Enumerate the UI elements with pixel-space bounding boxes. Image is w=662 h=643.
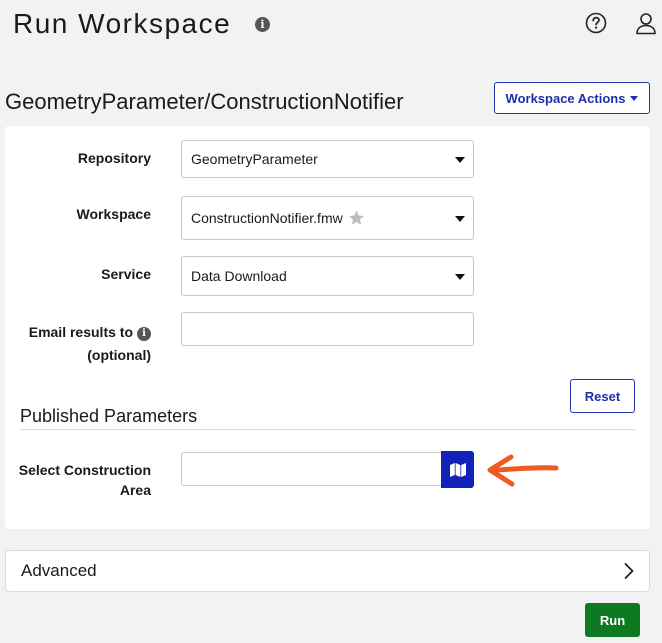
email-label-text: Email results to — [28, 324, 133, 340]
workspace-heading: GeometryParameter/ConstructionNotifier — [5, 89, 404, 114]
advanced-label: Advanced — [21, 561, 97, 580]
repository-label: Repository — [77, 150, 151, 166]
map-button[interactable] — [441, 451, 474, 488]
workspace-label: Workspace — [76, 206, 151, 222]
service-value: Data Download — [191, 268, 287, 284]
email-label: Email results to i (optional) — [10, 321, 151, 367]
dropdown-caret-icon — [455, 216, 465, 222]
run-button[interactable]: Run — [585, 603, 640, 637]
user-icon[interactable] — [634, 11, 658, 35]
email-optional-label: (optional) — [87, 347, 151, 363]
reset-button[interactable]: Reset — [570, 379, 635, 413]
construction-area-label-line2: Area — [119, 482, 151, 498]
advanced-panel-toggle[interactable]: Advanced — [5, 550, 650, 592]
service-select[interactable]: Data Download — [181, 256, 474, 296]
published-parameters-title: Published Parameters — [20, 406, 198, 426]
repository-select[interactable]: GeometryParameter — [181, 140, 474, 178]
page-title: Run Workspace — [13, 8, 232, 39]
dropdown-caret-icon — [455, 274, 465, 280]
workspace-actions-label: Workspace Actions — [505, 90, 626, 106]
info-icon[interactable]: i — [255, 17, 270, 32]
workspace-select[interactable]: ConstructionNotifier.fmw — [181, 196, 474, 240]
caret-down-icon — [630, 95, 639, 101]
repository-value: GeometryParameter — [191, 151, 318, 167]
email-input[interactable] — [181, 312, 474, 346]
construction-area-label-line1: Select Construction — [18, 462, 151, 478]
map-icon — [449, 462, 466, 477]
help-icon[interactable] — [585, 12, 607, 34]
construction-area-label: Select Construction Area — [10, 460, 151, 500]
service-label: Service — [101, 266, 151, 282]
dropdown-caret-icon — [455, 157, 465, 163]
annotation-arrow — [487, 454, 559, 487]
section-divider — [20, 429, 635, 430]
construction-area-input[interactable] — [181, 452, 442, 486]
chevron-right-icon — [624, 563, 634, 579]
workspace-actions-button[interactable]: Workspace Actions — [494, 82, 650, 114]
star-icon[interactable] — [347, 209, 366, 227]
workspace-value: ConstructionNotifier.fmw — [191, 210, 343, 226]
info-icon[interactable]: i — [137, 327, 151, 341]
